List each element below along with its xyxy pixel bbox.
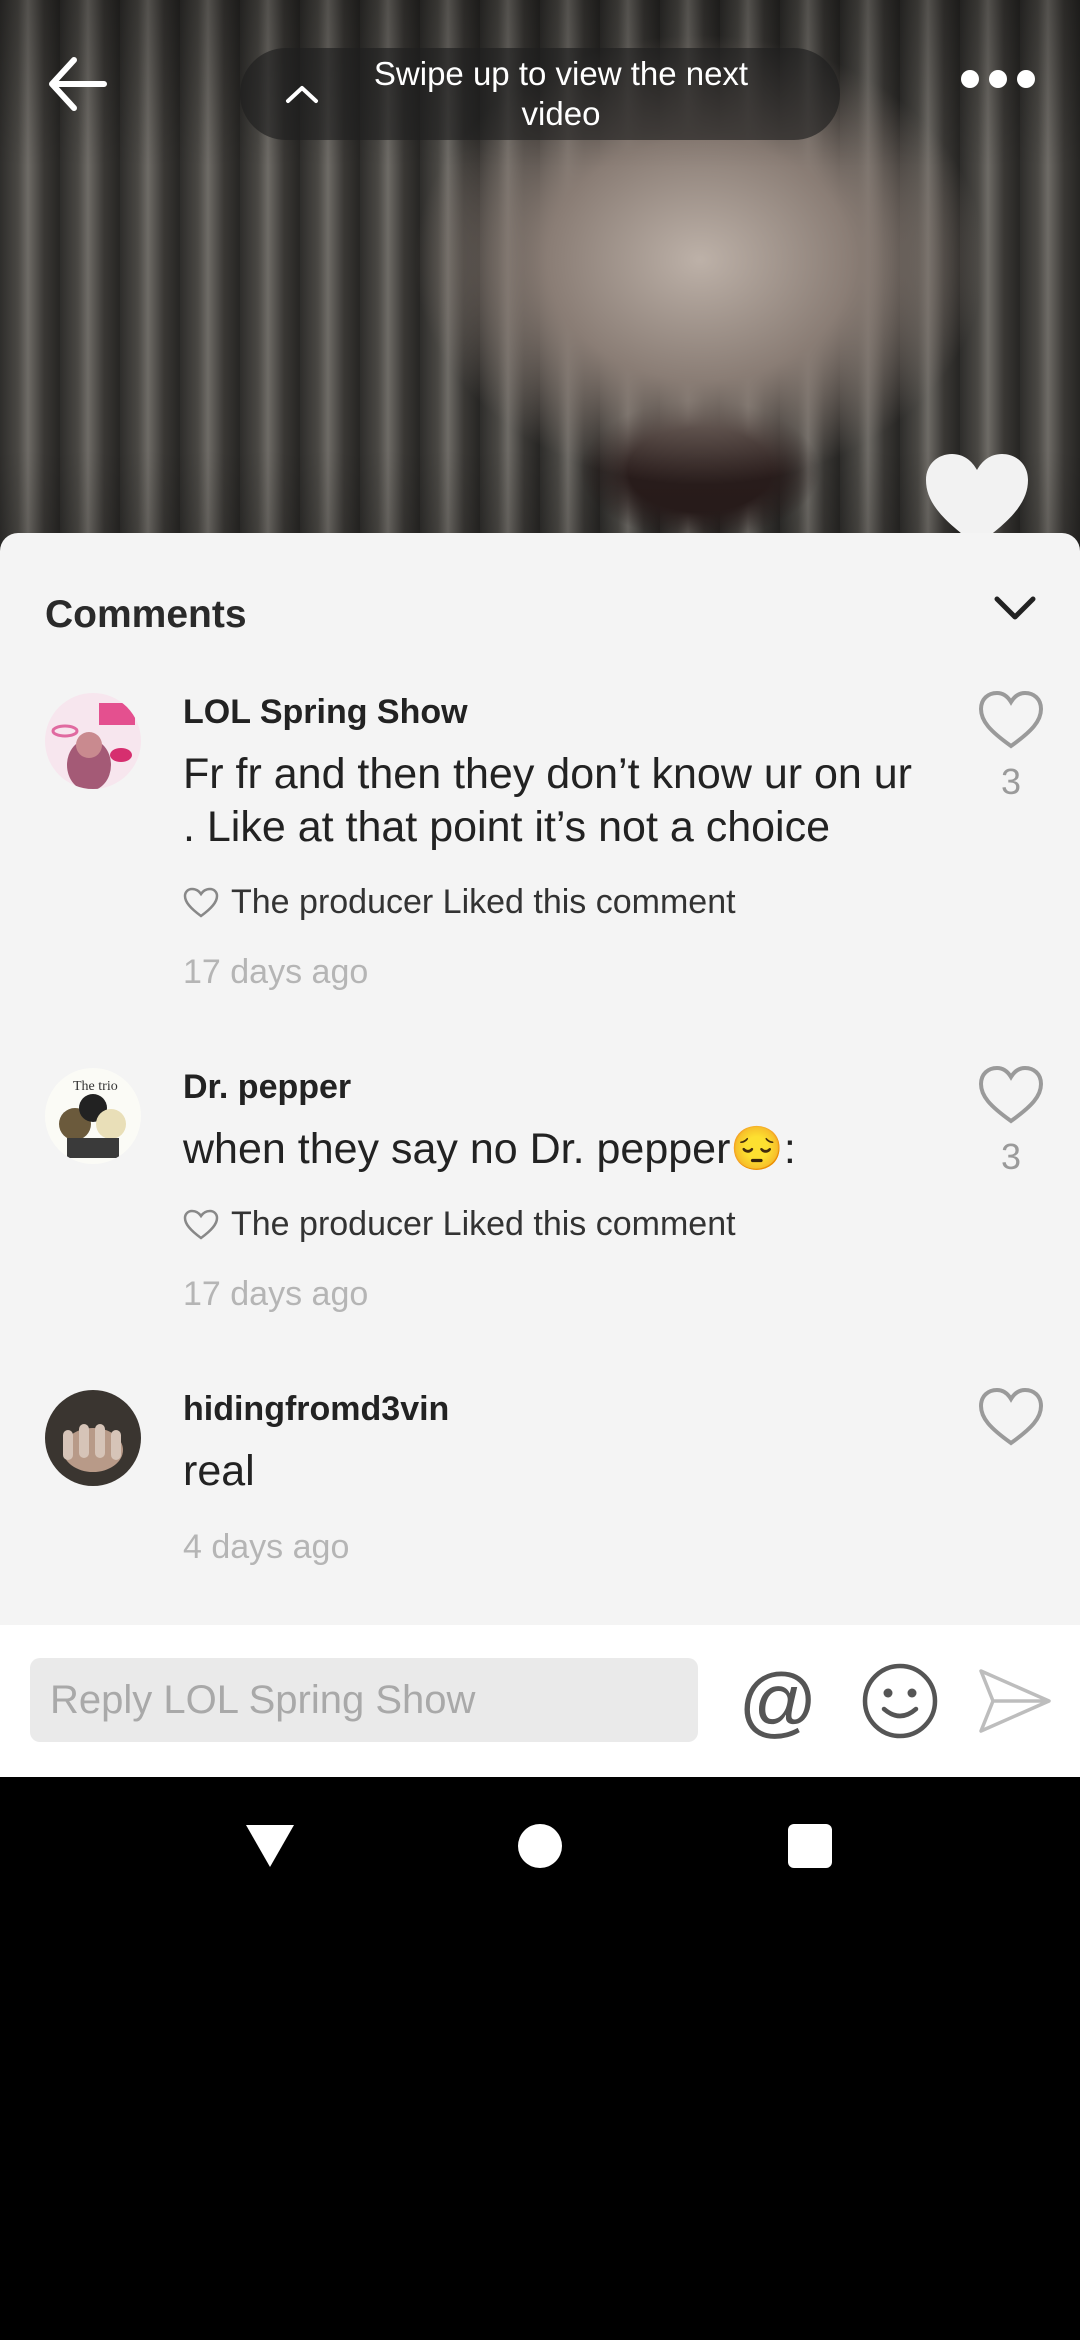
nav-home-icon[interactable] bbox=[518, 1824, 562, 1868]
comment-username[interactable]: LOL Spring Show bbox=[183, 693, 468, 732]
swipe-hint-text: Swipe up to view the next video bbox=[373, 55, 749, 132]
nav-back-icon[interactable] bbox=[244, 1823, 296, 1869]
comment-like-count: 3 bbox=[1000, 1136, 1022, 1177]
collapse-comments-button[interactable] bbox=[985, 578, 1045, 638]
comment-username[interactable]: Dr. pepper bbox=[183, 1068, 351, 1107]
avatar[interactable] bbox=[45, 693, 141, 789]
comment-like-count: 3 bbox=[1000, 761, 1022, 802]
comment-text: Fr fr and then they don’t know ur on ur … bbox=[183, 750, 913, 851]
heart-outline-icon bbox=[183, 1209, 219, 1240]
comment-time: 4 days ago bbox=[183, 1528, 350, 1566]
comment-text: real bbox=[183, 1447, 255, 1495]
producer-liked-text: The producer Liked this comment bbox=[231, 883, 736, 921]
comment-time: 17 days ago bbox=[183, 1275, 369, 1313]
comment-text: when they say no Dr. pepper😔: bbox=[183, 1125, 796, 1173]
comment-username[interactable]: hidingfromd3vin bbox=[183, 1390, 449, 1429]
svg-text:The trio: The trio bbox=[73, 1079, 118, 1094]
more-options-button[interactable] bbox=[950, 44, 1046, 114]
avatar[interactable] bbox=[45, 1390, 141, 1486]
reply-bar: @ bbox=[0, 1625, 1080, 1777]
arrow-left-icon bbox=[49, 57, 107, 111]
app-root: Swipe up to view the next video Comments bbox=[0, 0, 1080, 2340]
smiley-icon[interactable] bbox=[860, 1661, 940, 1741]
comment-like-heart-icon[interactable] bbox=[978, 690, 1044, 750]
producer-liked-note: The producer Liked this comment bbox=[183, 1205, 736, 1244]
comments-title: Comments bbox=[45, 593, 247, 636]
producer-liked-note: The producer Liked this comment bbox=[183, 883, 736, 922]
mention-button[interactable]: @ bbox=[738, 1661, 818, 1741]
producer-liked-text: The producer Liked this comment bbox=[231, 1205, 736, 1243]
system-nav-bar bbox=[0, 1777, 1080, 1917]
send-icon[interactable] bbox=[975, 1661, 1055, 1741]
comment-like-heart-icon[interactable] bbox=[978, 1387, 1044, 1447]
comment-time: 17 days ago bbox=[183, 953, 369, 991]
reply-input[interactable] bbox=[30, 1658, 698, 1742]
swipe-hint-pill[interactable]: Swipe up to view the next video bbox=[240, 48, 840, 140]
nav-recents-icon[interactable] bbox=[788, 1824, 832, 1868]
at-sign-icon: @ bbox=[738, 1657, 818, 1745]
more-dot bbox=[989, 70, 1007, 88]
comment-like-heart-icon[interactable] bbox=[978, 1065, 1044, 1125]
chevron-up-icon bbox=[272, 83, 332, 105]
back-button[interactable] bbox=[36, 44, 116, 124]
more-dot bbox=[1017, 70, 1035, 88]
chevron-down-icon bbox=[994, 596, 1036, 620]
heart-outline-icon bbox=[183, 887, 219, 918]
avatar[interactable]: The trio bbox=[45, 1068, 141, 1164]
comments-sheet: Comments LOL Spring Show Fr fr and then … bbox=[0, 533, 1080, 1625]
more-dots-icon bbox=[961, 70, 979, 88]
